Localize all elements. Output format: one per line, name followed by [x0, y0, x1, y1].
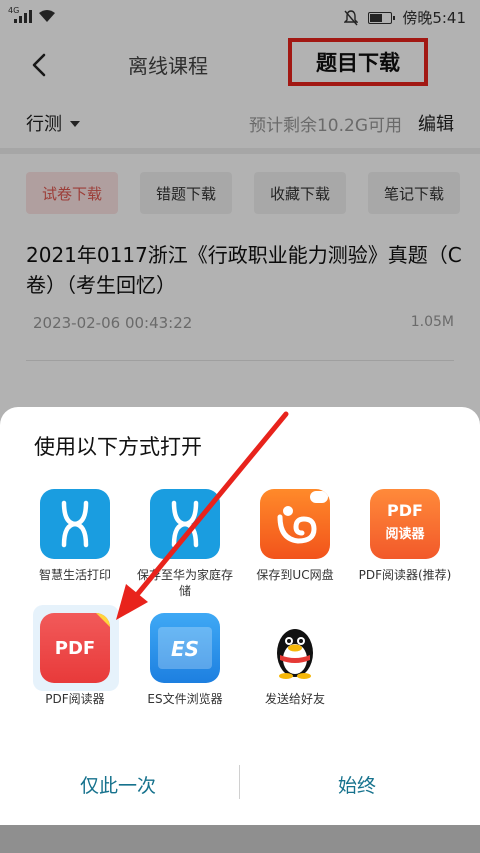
app-option-pdf-reader-recommended[interactable]: PDF 阅读器 PDF阅读器(推荐)	[350, 489, 460, 583]
huawei-smart-life-icon	[40, 489, 110, 559]
qq-penguin-icon	[260, 613, 330, 683]
sheet-actions: 仅此一次 始终	[0, 763, 480, 803]
es-file-explorer-icon: ES	[150, 613, 220, 683]
always-button[interactable]: 始终	[338, 771, 376, 798]
clock: 傍晚5:41	[402, 9, 466, 27]
page-fold-icon	[96, 613, 110, 627]
section-divider	[0, 148, 480, 154]
chip-paper-download[interactable]: 试卷下载	[26, 172, 118, 214]
app-option-send-to-friend[interactable]: 发送给好友	[240, 613, 350, 707]
system-nav-bar	[0, 825, 480, 853]
tab-question-downloads[interactable]: 题目下载	[288, 38, 428, 86]
notifications-muted-icon	[344, 9, 359, 25]
cloud-badge-icon	[310, 491, 328, 503]
chip-favorites-download[interactable]: 收藏下载	[254, 172, 346, 214]
es-icon-text: ES	[170, 637, 200, 661]
app-label: 保存到UC网盘	[256, 568, 334, 582]
edit-button[interactable]: 编辑	[418, 110, 454, 136]
uc-browser-icon	[260, 489, 330, 559]
app-label: PDF阅读器	[45, 692, 105, 706]
subject-bar: 行测 预计剩余10.2G可用 编辑	[0, 100, 480, 144]
file-date: 2023-02-06 00:43:22	[33, 314, 193, 332]
app-label: ES文件浏览器	[147, 692, 223, 706]
app-option-huawei-home-storage[interactable]: 保存至华为家庭存储	[130, 489, 240, 599]
app-label: 发送给好友	[264, 692, 325, 706]
app-option-es-file-explorer[interactable]: ES ES文件浏览器	[130, 613, 240, 707]
sheet-title: 使用以下方式打开	[34, 435, 202, 459]
cell-signal-icon: 4G	[8, 6, 32, 23]
caret-down-icon	[70, 121, 80, 127]
app-option-pdf-reader[interactable]: PDF PDF阅读器	[20, 605, 130, 707]
subject-dropdown[interactable]: 行测	[26, 110, 80, 136]
tab-offline-courses[interactable]: 离线课程	[128, 50, 208, 79]
chip-wrong-questions-download[interactable]: 错题下载	[140, 172, 232, 214]
pdf-reader-icon: PDF	[40, 613, 110, 683]
pdf-icon-subtext: 阅读器	[385, 527, 425, 542]
status-bar: 4G 傍晚5:41	[0, 0, 480, 34]
file-size: 1.05M	[410, 314, 454, 330]
open-with-sheet: 使用以下方式打开 智慧生活打印 保存至华为家庭存储 保存到UC网盘 PDF 阅读…	[0, 407, 480, 825]
chevron-left-icon[interactable]	[26, 51, 54, 79]
storage-remaining: 预计剩余10.2G可用	[248, 116, 402, 136]
app-label: 智慧生活打印	[38, 568, 111, 582]
pdf-icon-text: PDF	[387, 501, 423, 520]
just-once-button[interactable]: 仅此一次	[80, 771, 156, 798]
battery-icon	[368, 11, 396, 24]
app-option-uc-cloud[interactable]: 保存到UC网盘	[240, 489, 350, 583]
pdf-reader-recommended-icon: PDF 阅读器	[370, 489, 440, 559]
app-option-smart-life-print[interactable]: 智慧生活打印	[20, 489, 130, 583]
file-title[interactable]: 2021年0117浙江《行政职业能力测验》真题（C卷）（考生回忆）	[26, 240, 462, 300]
header: 离线课程 题目下载	[0, 34, 480, 96]
network-type-label: 4G	[8, 6, 20, 15]
list-divider	[26, 360, 454, 361]
app-label: 保存至华为家庭存储	[136, 568, 233, 598]
chip-notes-download[interactable]: 笔记下载	[368, 172, 460, 214]
app-label: PDF阅读器(推荐)	[358, 568, 452, 582]
pdf-icon-text: PDF	[54, 638, 96, 659]
subject-label: 行测	[26, 114, 62, 135]
download-type-chips: 试卷下载 错题下载 收藏下载 笔记下载	[26, 172, 460, 214]
huawei-home-storage-icon	[150, 489, 220, 559]
button-divider	[239, 765, 240, 799]
wifi-icon	[39, 10, 55, 22]
